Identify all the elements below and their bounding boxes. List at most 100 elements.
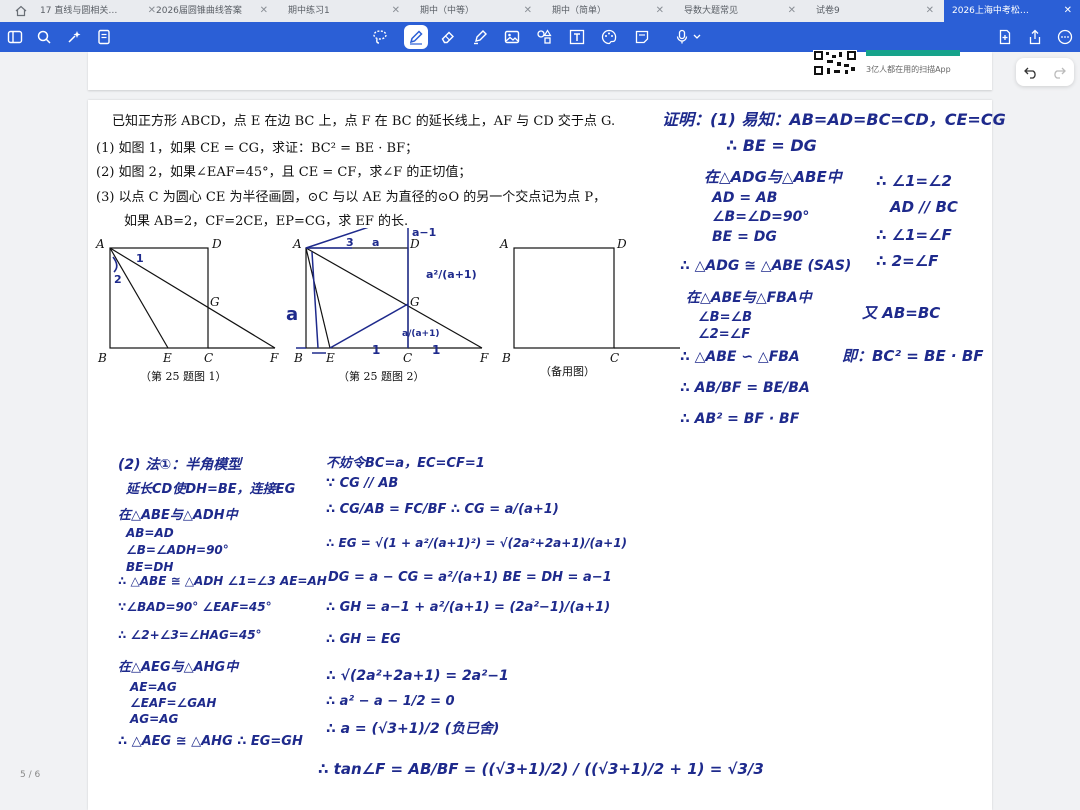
hw-right-line: ∠B=∠B (698, 310, 753, 325)
close-icon[interactable]: ✕ (260, 0, 268, 22)
qr-code-icon (813, 50, 857, 76)
close-icon[interactable]: ✕ (788, 0, 796, 22)
tab-label: 2026届圆锥曲线答案 (156, 6, 242, 16)
hw-right-line: ∴ 2=∠F (876, 252, 939, 270)
ai-sparkle-icon[interactable] (66, 29, 82, 45)
problem-intro: 已知正方形 ABCD，点 E 在边 BC 上，点 F 在 BC 的延长线上，AF… (112, 114, 616, 129)
hw-middle-line: ∴ GH = a−1 + a²/(a+1) = (2a²−1)/(a+1) (326, 600, 611, 615)
hw-right-line: 即：BC² = BE · BF (842, 347, 984, 365)
tab-0[interactable]: 17 直线与圆相关… ✕ (32, 0, 164, 22)
label-e: E (325, 351, 335, 365)
problem-q3: (3) 以点 C 为圆心 CE 为半径画圆，⊙C 与以 AE 为直径的⊙O 的另… (96, 190, 607, 205)
hw-middle-line: ∴ CG/AB = FC/BF ∴ CG = a/(a+1) (326, 502, 559, 517)
text-box-icon[interactable] (569, 29, 585, 45)
hw-middle-line: ∴ GH = EG (326, 632, 401, 647)
hw-right-line: ∴ ∠1=∠F (876, 226, 952, 244)
label-a: A (292, 237, 302, 251)
fig2-note-side-a: a (286, 304, 298, 325)
label-b: B (501, 351, 511, 365)
hw-right-line: ∴ △ABE ∽ △FBA (680, 349, 800, 365)
label-c: C (403, 351, 412, 365)
redo-icon[interactable] (1051, 65, 1067, 79)
tab-5[interactable]: 导数大题常见 ✕ (676, 0, 804, 22)
hw-middle-line: ∵ CG // AB (326, 476, 399, 491)
hw-right-line: 证明：(1) 易知：AB=AD=BC=CD，CE=CG (662, 110, 1006, 129)
tab-7[interactable]: 2026上海中考松… ✕ (944, 0, 1080, 22)
hw-left-line: ∴ △AEG ≅ △AHG ∴ EG=GH (118, 734, 303, 749)
problem-q1: (1) 如图 1，如果 CE = CG，求证：BC² = BE · BF； (96, 141, 419, 156)
label-g: G (410, 295, 420, 309)
page-indicator: 5 / 6 (20, 770, 41, 780)
hw-right-line: 又 AB=BC (862, 304, 941, 322)
tab-3[interactable]: 期中（中等） ✕ (412, 0, 540, 22)
hw-middle-line: 不妨令BC=a，EC=CF=1 (326, 456, 485, 471)
figure-3-caption: （备用图） (540, 365, 595, 378)
hw-left-line: 延长CD使DH=BE，连接EG (126, 482, 296, 497)
label-a: A (95, 237, 105, 251)
fig2-note-3: 3 (346, 236, 354, 249)
color-palette-icon[interactable] (601, 29, 617, 45)
sidebar-toggle-icon[interactable] (7, 29, 23, 45)
tab-4[interactable]: 期中（简单） ✕ (544, 0, 672, 22)
eraser-icon[interactable] (440, 29, 456, 45)
hw-right-line: ∴ AB/BF = BE/BA (680, 380, 810, 396)
hw-left-line: AE=AG (130, 680, 177, 694)
home-icon[interactable] (14, 4, 28, 18)
hw-left-line: ∠EAF=∠GAH (130, 696, 217, 710)
share-icon[interactable] (1027, 29, 1043, 45)
lasso-icon[interactable] (372, 29, 388, 45)
tab-6[interactable]: 试卷9 ✕ (808, 0, 942, 22)
label-d: D (616, 237, 627, 251)
pen-icon[interactable] (408, 29, 424, 45)
tab-label: 2026上海中考松… (952, 6, 1029, 16)
label-e: E (162, 351, 172, 365)
fig2-note-a: a (372, 236, 379, 249)
label-c: C (610, 351, 619, 365)
hw-left-line: AB=AD (126, 526, 174, 540)
tab-2[interactable]: 期中练习1 ✕ (280, 0, 408, 22)
sticky-note-icon[interactable] (634, 29, 650, 45)
tab-label: 期中（中等） (420, 6, 475, 16)
hw-middle-line: DG = a − CG = a²/(a+1) BE = DH = a−1 (328, 570, 612, 585)
shapes-icon[interactable] (536, 29, 552, 45)
highlighter-icon[interactable] (472, 29, 488, 45)
hw-middle-line: ∴ √(2a²+2a+1) = 2a²−1 (326, 668, 509, 684)
hw-right-line: ∠2=∠F (698, 327, 751, 342)
undo-redo-panel (1016, 58, 1074, 86)
tab-1[interactable]: 2026届圆锥曲线答案 ✕ (148, 0, 276, 22)
close-icon[interactable]: ✕ (392, 0, 400, 22)
hw-left-line: ∴ △ABE ≅ △ADH ∠1=∠3 AE=AH (118, 574, 327, 588)
add-page-icon[interactable] (997, 29, 1013, 45)
undo-icon[interactable] (1023, 65, 1039, 79)
hw-right-line: ∴ AB² = BF · BF (680, 411, 800, 427)
svg-text:2: 2 (114, 273, 122, 286)
label-b: B (97, 351, 107, 365)
more-options-icon[interactable] (1057, 29, 1073, 45)
tab-label: 期中练习1 (288, 6, 330, 16)
label-f: F (479, 351, 489, 365)
hw-left-line: 在△ABE与△ADH中 (118, 508, 238, 523)
fig2-note-dg: a²/(a+1) (426, 268, 477, 281)
hw-left-line: AG=AG (130, 712, 179, 726)
close-icon[interactable]: ✕ (524, 0, 532, 22)
hw-right-line: AD = AB (712, 190, 778, 206)
figure-3 (513, 247, 615, 349)
microphone-icon[interactable] (674, 29, 690, 45)
hw-right-line: ∴ △ADG ≅ △ABE (SAS) (680, 258, 852, 274)
svg-text:1: 1 (136, 252, 144, 265)
hw-middle-line: ∴ a² − a − 1/2 = 0 (326, 694, 455, 709)
document-icon[interactable] (96, 29, 112, 45)
image-icon[interactable] (504, 29, 520, 45)
chevron-down-icon[interactable] (692, 29, 702, 45)
hw-left-line: ∵∠BAD=90° ∠EAF=45° (118, 600, 272, 614)
hw-right-line: ∴ ∠1=∠2 (876, 172, 952, 190)
hw-middle-line: ∴ EG = √(1 + a²/(a+1)²) = √(2a²+2a+1)/(a… (326, 536, 628, 550)
fig2-note-cg: a/(a+1) (402, 329, 439, 339)
hw-right-line: ∴ BE = DG (726, 136, 817, 155)
tab-label: 期中（简单） (552, 6, 607, 16)
search-icon[interactable] (36, 29, 52, 45)
close-icon[interactable]: ✕ (926, 0, 934, 22)
figure-2-caption: （第 25 题图 2） (338, 370, 425, 383)
close-icon[interactable]: ✕ (656, 0, 664, 22)
close-icon[interactable]: ✕ (1064, 0, 1072, 22)
